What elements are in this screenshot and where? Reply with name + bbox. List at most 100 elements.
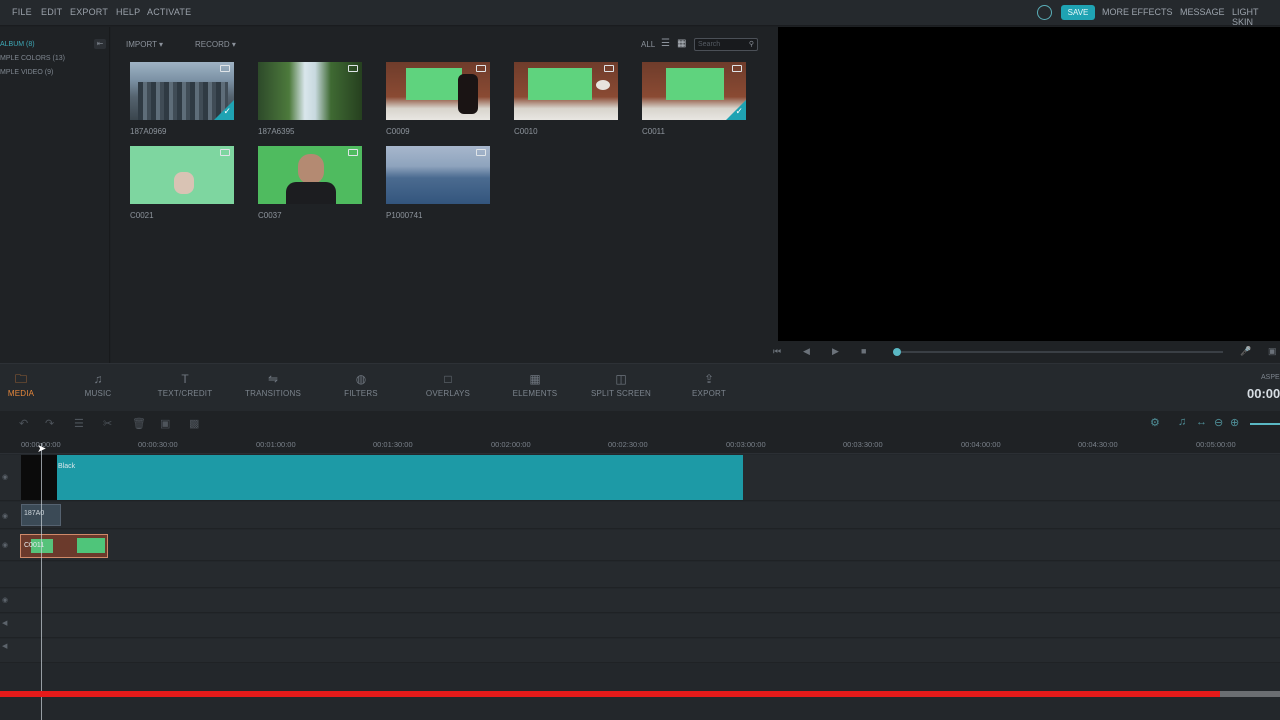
audio-mixer-icon[interactable]: ♫ bbox=[1178, 416, 1186, 428]
zoom-out-icon[interactable]: ⊖ bbox=[1214, 416, 1223, 429]
mouse-cursor-icon: ➤ bbox=[37, 443, 47, 455]
redo-icon[interactable]: ↷ bbox=[45, 417, 54, 430]
video-progress-bar[interactable] bbox=[0, 691, 1280, 697]
tab-export[interactable]: ⇪ EXPORT bbox=[688, 364, 730, 412]
ruler-label: 00:02:00:00 bbox=[491, 440, 531, 449]
import-dropdown[interactable]: IMPORT ▾ bbox=[126, 40, 163, 49]
message-link[interactable]: MESSAGE bbox=[1180, 7, 1225, 17]
tab-text-credit[interactable]: T TEXT/CREDIT bbox=[154, 364, 216, 412]
media-thumb-187a0969[interactable]: ✓ 187A0969 bbox=[130, 62, 234, 136]
crop-icon[interactable]: ▣ bbox=[160, 417, 170, 430]
record-voiceover-icon[interactable]: ▩ bbox=[189, 417, 199, 430]
green-screen-thumbnail bbox=[386, 62, 490, 120]
eye-icon[interactable]: ◉ bbox=[2, 512, 8, 520]
zoom-slider[interactable] bbox=[1250, 423, 1280, 425]
tab-overlays[interactable]: □ OVERLAYS bbox=[422, 364, 474, 412]
thumb-label: C0037 bbox=[258, 211, 282, 220]
thumb-label: 187A0969 bbox=[130, 127, 167, 136]
top-menu-bar: FILE EDIT EXPORT HELP ACTIVATE SAVE MORE… bbox=[0, 0, 1280, 27]
media-thumb-p1000741[interactable]: P1000741 bbox=[386, 146, 490, 220]
skip-back-icon[interactable]: ⏮ bbox=[773, 346, 781, 357]
tab-split-screen[interactable]: ◫ SPLIT SCREEN bbox=[590, 364, 652, 412]
video-progress-fill bbox=[0, 691, 1220, 697]
eye-icon[interactable]: ◉ bbox=[2, 541, 8, 549]
color-clip[interactable] bbox=[21, 455, 743, 500]
media-thumb-187a6395[interactable]: 187A6395 bbox=[258, 62, 362, 136]
eye-icon[interactable]: ◉ bbox=[2, 473, 8, 481]
tab-media[interactable]: 🗀 MEDIA bbox=[0, 364, 42, 412]
adjust-icon[interactable]: ☰ bbox=[74, 417, 84, 430]
media-thumb-c0037[interactable]: C0037 bbox=[258, 146, 362, 220]
account-icon[interactable] bbox=[1037, 5, 1052, 20]
menu-help[interactable]: HELP bbox=[116, 7, 140, 17]
menu-activate[interactable]: ACTIVATE bbox=[147, 7, 191, 17]
search-input[interactable]: Search ⚲ bbox=[694, 38, 758, 51]
ruler-label: 00:02:30:00 bbox=[608, 440, 648, 449]
video-camera-icon bbox=[348, 65, 358, 72]
collapse-panel-icon[interactable]: ⇤ bbox=[94, 39, 106, 49]
clip-thumbnail bbox=[21, 455, 57, 500]
thumb-label: C0011 bbox=[642, 127, 665, 136]
list-view-icon[interactable]: ☰ bbox=[661, 38, 670, 49]
microphone-icon[interactable]: 🎤 bbox=[1240, 346, 1251, 357]
scrubber-handle[interactable] bbox=[893, 348, 901, 356]
media-thumb-c0011[interactable]: ✓ C0011 bbox=[642, 62, 746, 136]
menu-file[interactable]: FILE bbox=[12, 7, 32, 17]
video-editor-app: FILE EDIT EXPORT HELP ACTIVATE SAVE MORE… bbox=[0, 0, 1280, 720]
render-icon[interactable]: ⚙ bbox=[1150, 416, 1160, 429]
video-track-3[interactable] bbox=[0, 530, 1280, 561]
tab-elements[interactable]: ▦ ELEMENTS bbox=[508, 364, 562, 412]
text-icon: T bbox=[181, 372, 189, 386]
video-track-2[interactable] bbox=[0, 502, 1280, 529]
speaker-icon[interactable]: ◀ bbox=[2, 642, 7, 650]
audio-track-1[interactable] bbox=[0, 589, 1280, 613]
delete-icon[interactable]: 🗑 bbox=[132, 417, 146, 430]
audio-track-3[interactable] bbox=[0, 639, 1280, 663]
album-item-sample-video[interactable]: MPLE VIDEO (9) bbox=[0, 69, 53, 76]
audio-track-2[interactable] bbox=[0, 614, 1280, 638]
save-button[interactable]: SAVE bbox=[1061, 5, 1095, 20]
green-screen-thumbnail: ✓ bbox=[642, 62, 746, 120]
record-dropdown[interactable]: RECORD ▾ bbox=[195, 40, 236, 49]
filter-all[interactable]: ALL bbox=[641, 40, 655, 49]
tab-filters[interactable]: ◍ FILTERS bbox=[340, 364, 382, 412]
cut-icon[interactable]: ✂ bbox=[103, 417, 112, 430]
check-icon: ✓ bbox=[726, 100, 746, 120]
ruler-label: 00:04:30:00 bbox=[1078, 440, 1118, 449]
tab-transitions[interactable]: ⇋ TRANSITIONS bbox=[240, 364, 306, 412]
light-skin-link[interactable]: LIGHT SKIN bbox=[1232, 7, 1280, 27]
album-item-sample-colors[interactable]: MPLE COLORS (13) bbox=[0, 55, 65, 62]
step-back-icon[interactable]: ◀ bbox=[803, 346, 810, 357]
time-ruler[interactable]: 00:00:00:00 00:00:30:00 00:01:00:00 00:0… bbox=[0, 437, 1280, 454]
city-thumbnail: ✓ bbox=[130, 62, 234, 120]
media-thumb-c0021[interactable]: C0021 bbox=[130, 146, 234, 220]
zoom-in-icon[interactable]: ⊕ bbox=[1230, 416, 1239, 429]
ruler-label: 00:00:30:00 bbox=[138, 440, 178, 449]
menu-export[interactable]: EXPORT bbox=[70, 7, 108, 17]
tab-music[interactable]: ♫ MUSIC bbox=[76, 364, 120, 412]
empty-track[interactable] bbox=[0, 562, 1280, 588]
preview-screen[interactable] bbox=[778, 27, 1280, 341]
more-effects-link[interactable]: MORE EFFECTS bbox=[1102, 7, 1173, 17]
media-thumb-c0010[interactable]: C0010 bbox=[514, 62, 618, 136]
preview-scrubber[interactable] bbox=[893, 351, 1223, 353]
playhead[interactable] bbox=[41, 443, 42, 720]
export-icon: ⇪ bbox=[703, 372, 715, 386]
ruler-label: 00:01:00:00 bbox=[256, 440, 296, 449]
album-item-album[interactable]: ALBUM (8) bbox=[0, 41, 35, 48]
grid-view-icon[interactable]: ▦ bbox=[677, 38, 686, 49]
play-icon[interactable]: ▶ bbox=[832, 346, 839, 357]
snapshot-icon[interactable]: ▣ bbox=[1268, 346, 1277, 357]
ruler-label: 00:03:00:00 bbox=[726, 440, 766, 449]
media-thumb-c0009[interactable]: C0009 bbox=[386, 62, 490, 136]
video-camera-icon bbox=[476, 65, 486, 72]
album-panel: ALBUM (8) MPLE COLORS (13) MPLE VIDEO (9… bbox=[0, 27, 110, 363]
undo-icon[interactable]: ↶ bbox=[19, 417, 28, 430]
menu-edit[interactable]: EDIT bbox=[41, 7, 62, 17]
fit-timeline-icon[interactable]: ↔ bbox=[1196, 416, 1207, 428]
aspect-ratio-label[interactable]: ASPE bbox=[1261, 374, 1280, 381]
eye-icon[interactable]: ◉ bbox=[2, 596, 8, 604]
stop-icon[interactable]: ■ bbox=[861, 346, 866, 356]
speaker-icon[interactable]: ◀ bbox=[2, 619, 7, 627]
preview-controls: ⏮ ◀ ▶ ■ 🎤 ▣ bbox=[763, 342, 1280, 362]
